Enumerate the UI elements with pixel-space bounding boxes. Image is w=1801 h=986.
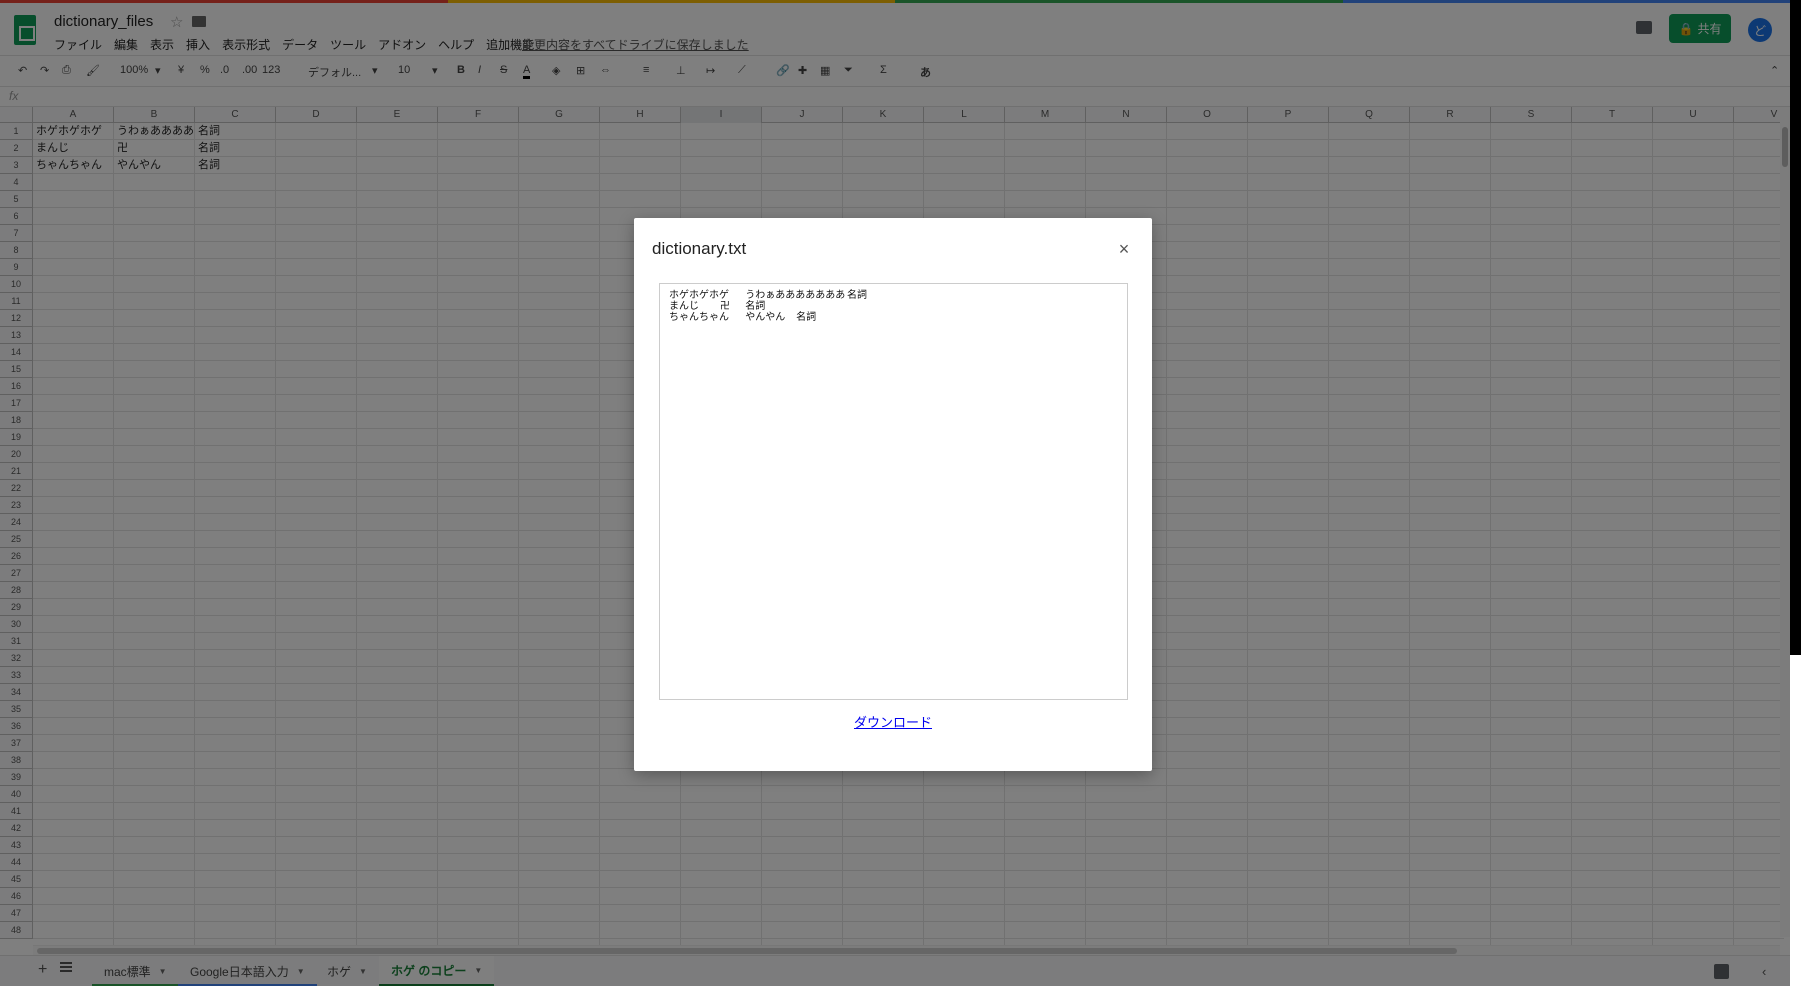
screen-edge: [1790, 0, 1801, 986]
file-preview-dialog: dictionary.txt × ホゲホゲホゲ うわぁあああああああ 名詞 まん…: [634, 218, 1152, 771]
download-link[interactable]: ダウンロード: [634, 712, 1152, 731]
spreadsheet-app: dictionary_files ☆ ファイル編集表示挿入表示形式データツールア…: [0, 0, 1790, 986]
file-content-textarea[interactable]: ホゲホゲホゲ うわぁあああああああ 名詞 まんじ 卍 名詞 ちゃんちゃん やんや…: [659, 283, 1128, 700]
dialog-title: dictionary.txt: [652, 239, 747, 258]
close-icon[interactable]: ×: [1112, 238, 1136, 262]
